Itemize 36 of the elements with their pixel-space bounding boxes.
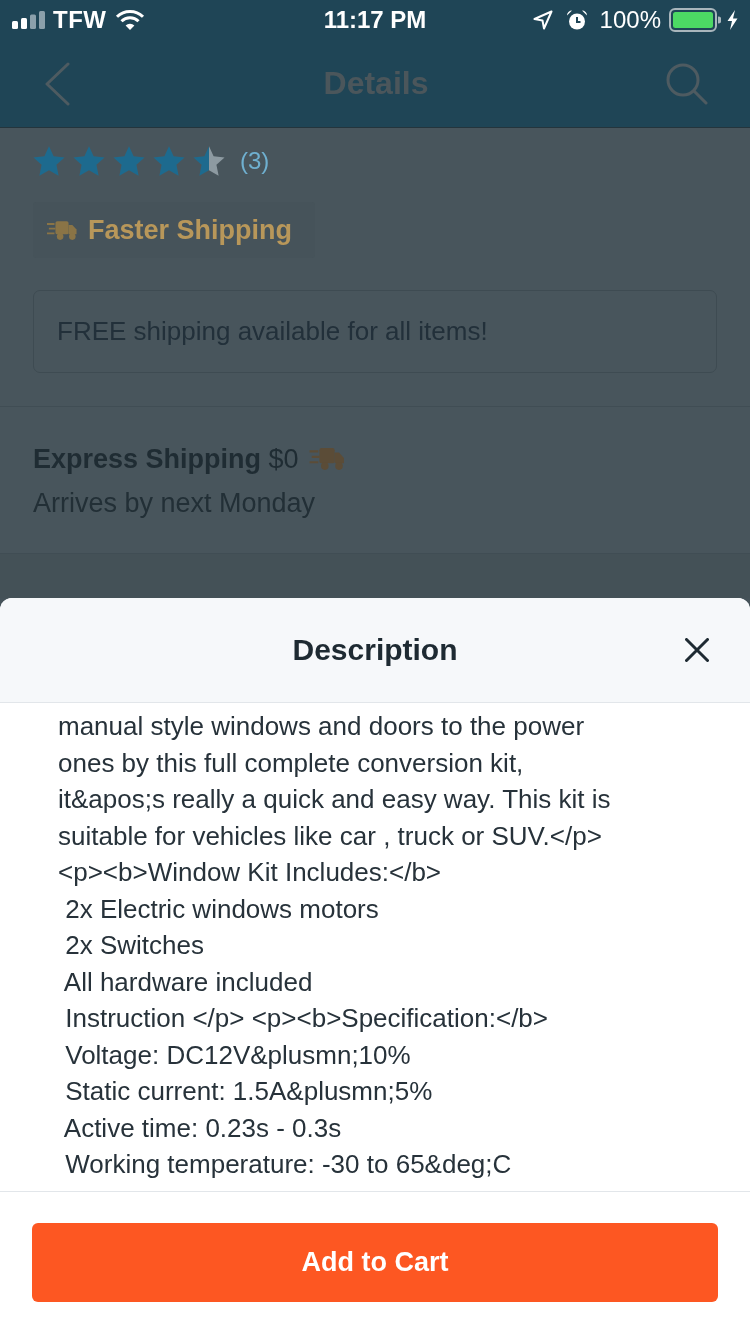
description-line: 2x Electric windows motors	[64, 892, 380, 926]
description-line: Voltage: DC12V&plusmn;10%	[64, 1038, 412, 1072]
faster-shipping-label: Faster Shipping	[88, 214, 293, 246]
add-to-cart-button[interactable]: Add to Cart	[32, 1223, 718, 1302]
search-icon[interactable]	[666, 62, 708, 105]
description-line: 2x Switches	[64, 929, 205, 962]
truck-icon	[47, 219, 77, 241]
wifi-icon	[115, 9, 146, 31]
sheet-title: Description	[292, 633, 458, 667]
description-line: All hardware included	[62, 965, 314, 999]
battery-percentage: 100%	[599, 6, 661, 34]
carrier-name: TFW	[53, 6, 107, 34]
star-icon	[153, 145, 185, 177]
description-line: manual style windows and doors to the power	[58, 710, 586, 743]
charging-bolt-icon	[727, 10, 738, 30]
description-line: it&apos;s really a quick and easy way. This kit is	[58, 783, 612, 816]
battery-icon	[669, 8, 721, 32]
description-line: Static current: 1.5A&plusmn;5%	[64, 1075, 434, 1108]
description-line: <p><b>Window Kit Includes:</b>	[58, 856, 443, 889]
alarm-clock-icon	[565, 9, 588, 31]
star-icon	[73, 145, 105, 177]
star-icon	[193, 145, 225, 177]
description-line: suitable for vehicles like car , truck or SUV.</p>	[58, 819, 603, 853]
review-count: (3)	[240, 147, 270, 175]
description-line: Working temperature: -30 to 65&deg;C	[64, 1148, 513, 1181]
description-line: Active time: 0.23s - 0.3s	[62, 1111, 343, 1145]
location-arrow-icon	[532, 10, 553, 30]
star-icon	[113, 145, 145, 177]
close-icon[interactable]	[685, 638, 709, 662]
star-icon	[33, 145, 65, 177]
truck-icon	[308, 447, 345, 471]
signal-icon	[12, 11, 46, 29]
back-icon[interactable]	[44, 61, 70, 106]
description-line: ones by this full complete conversion kit,	[58, 746, 525, 780]
description-line: Instruction </p> <p><b>Specification:</b>	[64, 1002, 549, 1035]
status-time: 11:17 PM	[323, 6, 427, 34]
